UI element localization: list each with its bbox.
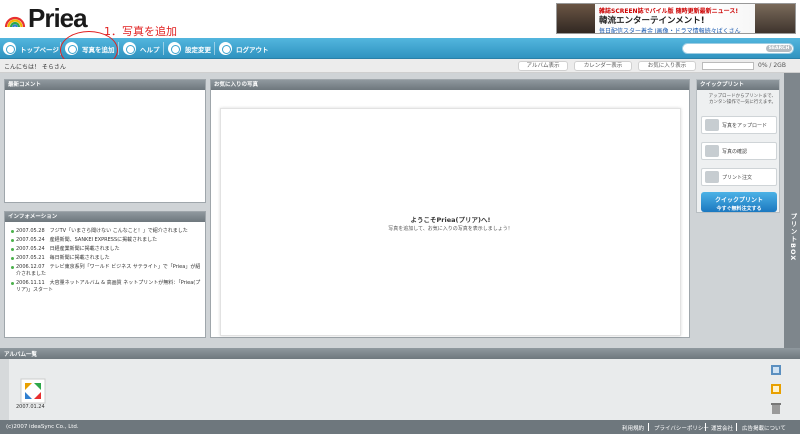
gear-icon — [168, 42, 181, 55]
nav-label: トップページ — [20, 45, 59, 54]
quick-print-desc-line: カンタン操作で一気に行えます。 — [708, 100, 776, 105]
print-box-tab[interactable]: プリントBOX — [784, 73, 800, 348]
nav-logout[interactable]: ログアウト — [219, 41, 269, 56]
home-icon — [3, 42, 16, 55]
footer: (c)2007 ideaSync Co., Ltd. 利用規約 プライバシーポリ… — [0, 420, 800, 434]
search-button[interactable]: SEARCH — [766, 45, 792, 52]
comments-title: 最新コメント — [5, 80, 205, 90]
welcome-subtext: 写真を追加して、お気に入りの写真を表示しましょう！ — [388, 226, 513, 232]
header: Priea 1．写真を追加 雑誌SCREEN誌でバイル版 随時更新最新ニュース!… — [0, 0, 800, 38]
confirm-step-button[interactable]: 写真の確認 — [701, 142, 777, 160]
information-list: 2007.05.28 フジTV「いまさら聞けない こんなこと！」で紹介されました… — [5, 222, 205, 294]
rainbow-logo-icon — [4, 16, 26, 28]
nav-divider — [118, 42, 119, 55]
storage-bar — [702, 62, 754, 70]
main-nav: トップページ 写真を追加 ヘルプ 設定変更 ログアウト SEARCH — [0, 38, 800, 59]
greeting-bar: こんにちは！ そらさん アルバム表示 カレンダー表示 お気に入り表示 0% / … — [0, 59, 800, 73]
nav-top-page[interactable]: トップページ — [3, 41, 59, 56]
logout-icon — [219, 42, 232, 55]
info-item[interactable]: 2007.05.28 フジTV「いまさら聞けない こんなこと！」で紹介されました — [11, 228, 201, 235]
upload-step-button[interactable]: 写真をアップロード — [701, 116, 777, 134]
album-title: アルバム一覧 — [4, 352, 37, 358]
footer-link-privacy[interactable]: プライバシーポリシー — [654, 424, 709, 432]
search-input[interactable]: SEARCH — [682, 43, 794, 54]
greeting-text: こんにちは！ そらさん — [4, 64, 66, 71]
quick-print-panel: クイックプリント アップロードからプリントまで、 カンタン操作で一気に行えます。… — [696, 79, 780, 213]
logo-text: Priea — [28, 3, 88, 33]
nav-label: ヘルプ — [140, 45, 160, 54]
step-label: プリント注文 — [722, 174, 753, 181]
footer-link-company[interactable]: 運営会社 — [711, 424, 733, 432]
help-icon — [123, 42, 136, 55]
favorites-frame: ようこそPriea(プリア)へ! 写真を追加して、お気に入りの写真を表示しましょ… — [220, 108, 681, 336]
quick-print-title: クイックプリント — [697, 80, 779, 90]
banner-photo-left — [557, 4, 595, 33]
favorites-view-button[interactable]: お気に入り表示 — [638, 61, 696, 71]
favorites-panel: お気に入りの写真 ようこそPriea(プリア)へ! 写真を追加して、お気に入りの… — [210, 79, 690, 338]
comments-panel: 最新コメント — [4, 79, 206, 203]
quick-print-button[interactable]: クイックプリント 今すぐ無料注文する — [701, 192, 777, 212]
album-scroll-left[interactable] — [0, 359, 9, 420]
print-box-label: プリントBOX — [789, 213, 797, 262]
grid-icon — [705, 145, 719, 157]
footer-link-ads[interactable]: 広告掲載について — [742, 424, 786, 432]
add-album-icon[interactable] — [770, 364, 782, 376]
banner-photo-right — [755, 4, 795, 33]
info-item[interactable]: 2006.11.11 大容量ネットアルバム & 高画質 ネットプリントが無料：「… — [11, 280, 201, 294]
footer-divider — [736, 423, 737, 431]
edit-album-icon[interactable] — [770, 383, 782, 395]
banner-line-3: 毎日配信スター着金 I画像・ドラマ情報続々ばくさん — [599, 28, 741, 34]
content-area: 最新コメント インフォメーション 2007.05.28 フジTV「いまさら聞けな… — [0, 73, 800, 348]
quick-print-button-title: クイックプリント — [714, 197, 763, 204]
album-tools — [766, 359, 800, 420]
album-list: 2007.01.24 — [0, 359, 800, 420]
ad-banner[interactable]: 雑誌SCREEN誌でバイル版 随時更新最新ニュース! 韓流エンターテインメント!… — [556, 3, 796, 34]
footer-divider — [648, 423, 649, 431]
album-thumbnail-icon[interactable] — [20, 378, 46, 404]
information-panel: インフォメーション 2007.05.28 フジTV「いまさら聞けない こんなこと… — [4, 211, 206, 338]
step-label: 写真をアップロード — [722, 122, 768, 129]
info-item[interactable]: 2007.05.24 産経新聞、SANKEI EXPRESSに掲載されました — [11, 237, 201, 244]
nav-label: 設定変更 — [185, 45, 211, 54]
logo[interactable]: Priea — [4, 3, 88, 33]
info-item[interactable]: 2006.12.07 テレビ東京系列「ワールド ビジネス サテライト」で「Pri… — [11, 264, 201, 278]
info-item[interactable]: 2007.05.21 毎日新聞に掲載されました — [11, 255, 201, 262]
printer-icon — [705, 171, 719, 183]
banner-line-2: 韓流エンターテインメント! — [599, 16, 705, 26]
album-date: 2007.01.24 — [16, 404, 45, 410]
order-step-button[interactable]: プリント注文 — [701, 168, 777, 186]
quick-print-desc: アップロードからプリントまで、 カンタン操作で一気に行えます。 — [697, 90, 779, 106]
nav-settings[interactable]: 設定変更 — [168, 41, 211, 56]
annotation-label: 1．写真を追加 — [104, 25, 177, 38]
trash-icon[interactable] — [770, 402, 782, 415]
upload-icon — [705, 119, 719, 131]
footer-divider — [705, 423, 706, 431]
footer-link-terms[interactable]: 利用規約 — [622, 424, 644, 432]
nav-divider — [163, 42, 164, 55]
information-title: インフォメーション — [5, 212, 205, 222]
album-view-button[interactable]: アルバム表示 — [518, 61, 568, 71]
copyright-text: (c)2007 ideaSync Co., Ltd. — [6, 424, 79, 430]
info-item[interactable]: 2007.05.24 日経産業新聞に掲載されました — [11, 246, 201, 253]
nav-help[interactable]: ヘルプ — [123, 41, 160, 56]
favorites-title: お気に入りの写真 — [211, 80, 689, 90]
calendar-view-button[interactable]: カレンダー表示 — [574, 61, 632, 71]
step-label: 写真の確認 — [722, 148, 748, 155]
album-header: アルバム一覧 — [0, 348, 800, 359]
nav-divider — [214, 42, 215, 55]
quick-print-button-sub: 今すぐ無料注文する — [716, 206, 762, 212]
welcome-text: ようこそPriea(プリア)へ! — [410, 216, 491, 224]
storage-text: 0% / 2GB — [758, 62, 786, 69]
nav-label: ログアウト — [236, 45, 269, 54]
